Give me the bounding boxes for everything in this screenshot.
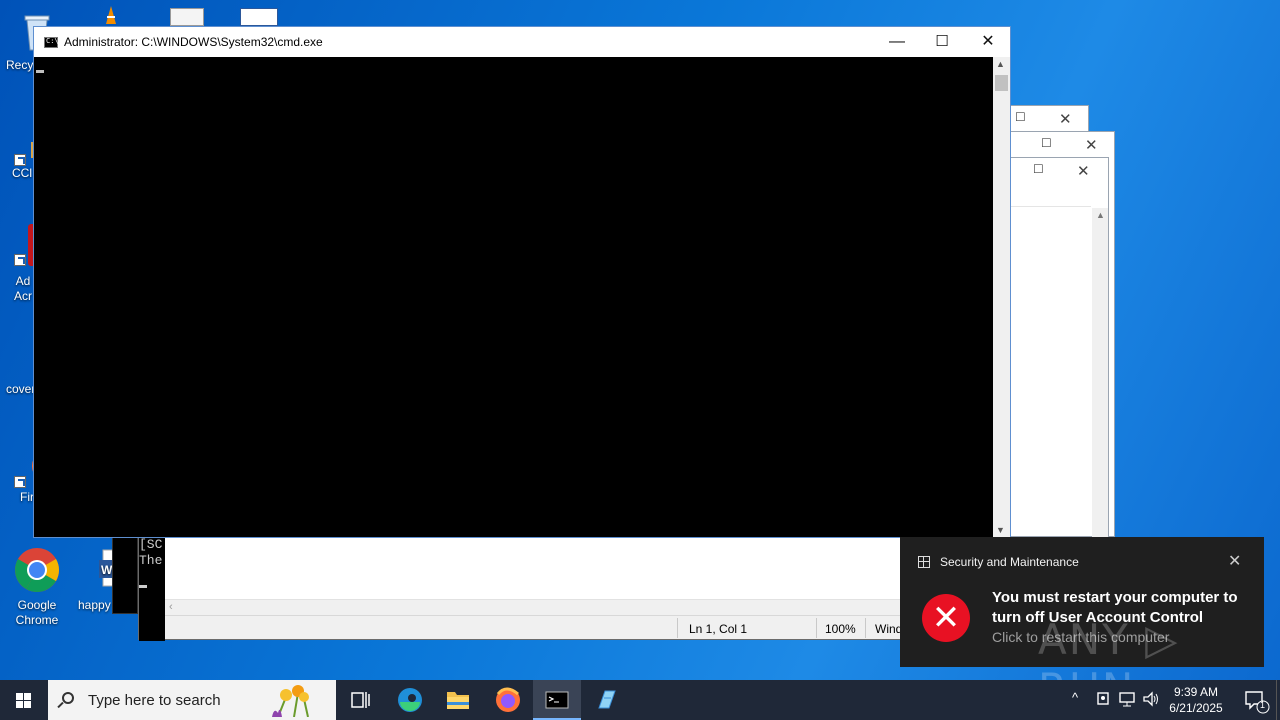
clock-time: 9:39 AM bbox=[1173, 685, 1219, 699]
folder-icon bbox=[447, 692, 469, 709]
desktop-icon-label: Fir bbox=[20, 490, 34, 504]
maximize-icon[interactable]: ☐ bbox=[1033, 162, 1044, 176]
desktop-icon-label: Ad Acr bbox=[14, 274, 32, 303]
vertical-scrollbar[interactable]: ▲ ▼ bbox=[993, 57, 1010, 537]
start-button[interactable] bbox=[0, 680, 48, 720]
cmd-window[interactable]: Administrator: C:\WINDOWS\System32\cmd.e… bbox=[33, 26, 1011, 538]
console-window-behind[interactable] bbox=[112, 536, 147, 614]
word-document-icon[interactable] bbox=[240, 8, 278, 26]
taskbar-file-explorer-button[interactable] bbox=[434, 680, 482, 720]
show-desktop-button[interactable] bbox=[1276, 680, 1280, 720]
chrome-icon bbox=[13, 546, 61, 594]
volume-icon[interactable] bbox=[1142, 690, 1160, 711]
network-icon[interactable] bbox=[1118, 691, 1136, 710]
status-zoom: 100% bbox=[825, 622, 856, 636]
console-overlap: [SC The bbox=[139, 537, 165, 641]
notepad-text-area[interactable] bbox=[165, 537, 907, 599]
desktop-icon-label: happy bbox=[78, 598, 111, 612]
maximize-button[interactable]: ☐ bbox=[919, 27, 965, 57]
console-line: The bbox=[139, 553, 163, 568]
taskbar: Type here to search ^ 9:39 AM 6/21/2025 … bbox=[0, 680, 1280, 720]
toast-notification[interactable]: Security and Maintenance ✕ ✕ You must re… bbox=[900, 537, 1264, 713]
cmd-app-icon bbox=[44, 37, 59, 48]
minimize-button[interactable]: — bbox=[874, 27, 920, 57]
close-icon[interactable]: ✕ bbox=[1085, 136, 1098, 154]
clock-date: 6/21/2025 bbox=[1169, 701, 1223, 715]
close-icon[interactable]: ✕ bbox=[1059, 110, 1072, 128]
desktop-icon-label: Recy bbox=[6, 58, 34, 72]
taskbar-notepad-button[interactable] bbox=[582, 680, 630, 720]
desktop-icon-label: CCl bbox=[12, 166, 32, 180]
taskbar-edge-button[interactable] bbox=[386, 680, 434, 720]
taskbar-clock[interactable]: 9:39 AM 6/21/2025 bbox=[1162, 684, 1230, 716]
search-icon bbox=[62, 692, 74, 704]
close-icon[interactable]: ✕ bbox=[1077, 162, 1090, 180]
horizontal-scrollbar[interactable]: ‹ bbox=[165, 599, 907, 615]
desktop-icon-google-chrome[interactable]: Google Chrome bbox=[0, 546, 74, 627]
error-icon: ✕ bbox=[922, 594, 970, 642]
windows-logo-icon bbox=[24, 693, 31, 700]
taskbar-firefox-button[interactable] bbox=[484, 680, 532, 720]
security-maintenance-icon bbox=[918, 556, 930, 568]
status-eol: Wind bbox=[875, 622, 903, 636]
notepad-icon bbox=[598, 690, 616, 709]
maximize-icon[interactable]: ☐ bbox=[1015, 110, 1026, 124]
toast-close-button[interactable]: ✕ bbox=[1228, 551, 1241, 571]
search-placeholder: Type here to search bbox=[88, 692, 221, 709]
windows-logo-icon bbox=[16, 701, 23, 708]
console-line: [SC bbox=[139, 537, 163, 552]
search-box[interactable]: Type here to search bbox=[48, 680, 336, 720]
close-button[interactable]: ✕ bbox=[965, 27, 1011, 57]
shortcut-arrow-icon bbox=[14, 154, 26, 166]
task-view-button[interactable] bbox=[336, 680, 384, 720]
scroll-left-icon[interactable]: ‹ bbox=[169, 601, 173, 613]
toast-app-name: Security and Maintenance bbox=[940, 555, 1079, 569]
firefox-icon bbox=[496, 687, 520, 712]
window-title: Administrator: C:\WINDOWS\System32\cmd.e… bbox=[64, 35, 323, 49]
edge-icon bbox=[398, 688, 422, 712]
shortcut-arrow-icon bbox=[14, 254, 26, 266]
divider bbox=[816, 618, 817, 638]
title-bar[interactable]: Administrator: C:\WINDOWS\System32\cmd.e… bbox=[34, 27, 1010, 57]
taskbar-cmd-button[interactable] bbox=[533, 680, 581, 720]
notification-count: 1 bbox=[1260, 700, 1266, 710]
vertical-scrollbar[interactable]: ▲ bbox=[1092, 208, 1108, 538]
divider bbox=[865, 618, 866, 638]
status-position: Ln 1, Col 1 bbox=[689, 622, 748, 636]
task-view-icon bbox=[351, 692, 370, 708]
scroll-up-icon[interactable]: ▲ bbox=[1096, 210, 1105, 220]
cmd-icon bbox=[545, 691, 569, 709]
notepad-window[interactable]: [SC The ‹ Ln 1, Col 1 100% Wind bbox=[138, 536, 908, 641]
desktop-icon-label: Google Chrome bbox=[15, 598, 59, 627]
console-caret bbox=[36, 70, 44, 73]
console-output[interactable] bbox=[34, 57, 994, 537]
divider bbox=[677, 618, 678, 638]
action-center-button[interactable]: 1 bbox=[1232, 680, 1276, 720]
defender-tray-icon[interactable] bbox=[1096, 691, 1110, 710]
shortcut-arrow-icon bbox=[14, 476, 26, 488]
scrollbar-thumb[interactable] bbox=[995, 75, 1008, 91]
status-bar: Ln 1, Col 1 100% Wind bbox=[165, 615, 907, 639]
document-icon[interactable] bbox=[170, 8, 204, 26]
background-window-3[interactable]: ☐ ✕ ▲ bbox=[1011, 157, 1109, 538]
background-window-1[interactable]: ☐ ✕ bbox=[1011, 105, 1089, 133]
vlc-icon[interactable] bbox=[104, 6, 118, 26]
notification-icon bbox=[1245, 691, 1270, 714]
windows-logo-icon bbox=[24, 701, 31, 708]
show-hidden-icons-button[interactable]: ^ bbox=[1072, 690, 1078, 705]
maximize-icon[interactable]: ☐ bbox=[1041, 136, 1052, 150]
desktop-icon-label: cover bbox=[6, 382, 36, 396]
scroll-up-icon[interactable]: ▲ bbox=[996, 59, 1005, 69]
search-highlight-illustration bbox=[264, 683, 324, 718]
scroll-down-icon[interactable]: ▼ bbox=[996, 525, 1005, 535]
console-caret bbox=[139, 585, 147, 588]
divider bbox=[1011, 206, 1091, 207]
windows-logo-icon bbox=[16, 693, 23, 700]
